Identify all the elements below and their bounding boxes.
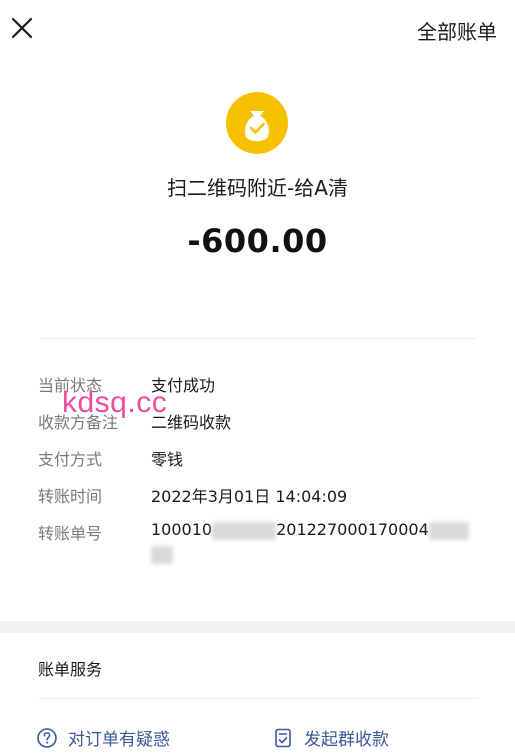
detail-row-payment-method: 支付方式 零钱	[38, 446, 478, 483]
top-bar: 全部账单	[0, 0, 515, 60]
detail-label: 转账时间	[38, 487, 103, 506]
transaction-amount: -600.00	[187, 222, 328, 260]
order-question-link[interactable]: 对订单有疑惑	[36, 725, 170, 750]
redacted-block	[428, 521, 469, 540]
question-circle-icon	[36, 727, 58, 749]
detail-label: 转账单号	[38, 524, 103, 543]
transfer-number-part-b: 201227000170004	[276, 520, 429, 539]
detail-label: 支付方式	[38, 450, 103, 469]
money-bag-check-icon	[226, 92, 288, 154]
detail-value: 2022年3月01日 14:04:09	[151, 487, 348, 506]
detail-value: 零钱	[151, 450, 184, 469]
all-bills-link[interactable]: 全部账单	[417, 16, 497, 45]
bill-services-title: 账单服务	[38, 660, 103, 679]
detail-row-transfer-number: 转账单号 100010 201227000170004	[38, 520, 478, 580]
divider	[38, 698, 478, 699]
transfer-number-value[interactable]: 100010 201227000170004	[151, 518, 471, 566]
document-check-icon	[272, 727, 294, 749]
merchant-name: 扫二维码附近-给A清	[167, 176, 348, 200]
section-gap	[0, 621, 515, 633]
watermark-text: kdsq.cc	[62, 386, 168, 419]
redacted-block	[212, 521, 277, 540]
transfer-number-part-a: 100010	[151, 520, 213, 539]
redacted-block	[151, 545, 173, 564]
group-collection-link[interactable]: 发起群收款	[272, 725, 389, 750]
group-collection-label: 发起群收款	[304, 730, 389, 750]
divider	[40, 338, 476, 339]
order-question-label: 对订单有疑惑	[68, 730, 170, 750]
detail-row-transfer-time: 转账时间 2022年3月01日 14:04:09	[38, 483, 478, 520]
close-icon[interactable]	[8, 14, 36, 42]
